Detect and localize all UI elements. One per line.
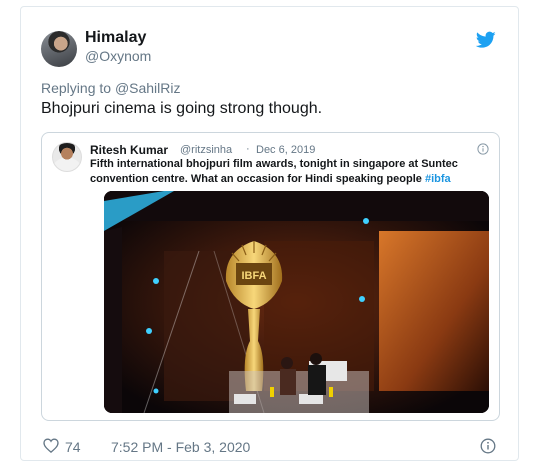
quoted-text-body: Fifth international bhojpuri film awards… bbox=[90, 158, 458, 185]
trophy-logo-text: IBFA bbox=[241, 270, 266, 282]
quoted-author-avatar[interactable] bbox=[52, 142, 82, 172]
replying-prefix: Replying to bbox=[41, 80, 112, 96]
quoted-separator: · bbox=[246, 143, 250, 155]
quoted-media-image[interactable]: IBFA bbox=[104, 191, 489, 413]
quoted-author-handle[interactable]: @ritzsinha bbox=[180, 144, 232, 156]
replying-to-line: Replying to @SahilRiz bbox=[41, 80, 181, 96]
author-handle[interactable]: @Oxynom bbox=[85, 48, 151, 64]
quoted-date[interactable]: Dec 6, 2019 bbox=[256, 144, 315, 156]
heart-icon[interactable] bbox=[43, 438, 59, 453]
quoted-author-name[interactable]: Ritesh Kumar bbox=[90, 143, 168, 157]
info-icon[interactable] bbox=[480, 438, 496, 454]
quoted-text: Fifth international bhojpuri film awards… bbox=[90, 157, 490, 187]
stage-photo: IBFA bbox=[104, 191, 489, 413]
hashtag-link[interactable]: #ibfa bbox=[425, 173, 451, 185]
author-name[interactable]: Himalay bbox=[85, 29, 146, 47]
quoted-tweet[interactable]: Ritesh Kumar @ritzsinha · Dec 6, 2019 Fi… bbox=[41, 132, 500, 421]
author-avatar[interactable] bbox=[41, 31, 77, 67]
tweet-text: Bhojpuri cinema is going strong though. bbox=[41, 100, 323, 117]
twitter-bird-icon[interactable] bbox=[476, 31, 496, 49]
like-count[interactable]: 74 bbox=[65, 439, 81, 455]
info-icon[interactable] bbox=[477, 143, 489, 155]
embedded-tweet-card: Himalay @Oxynom Replying to @SahilRiz Bh… bbox=[20, 6, 519, 461]
replying-to-link[interactable]: @SahilRiz bbox=[115, 80, 181, 96]
tweet-timestamp[interactable]: 7:52 PM - Feb 3, 2020 bbox=[111, 439, 250, 455]
